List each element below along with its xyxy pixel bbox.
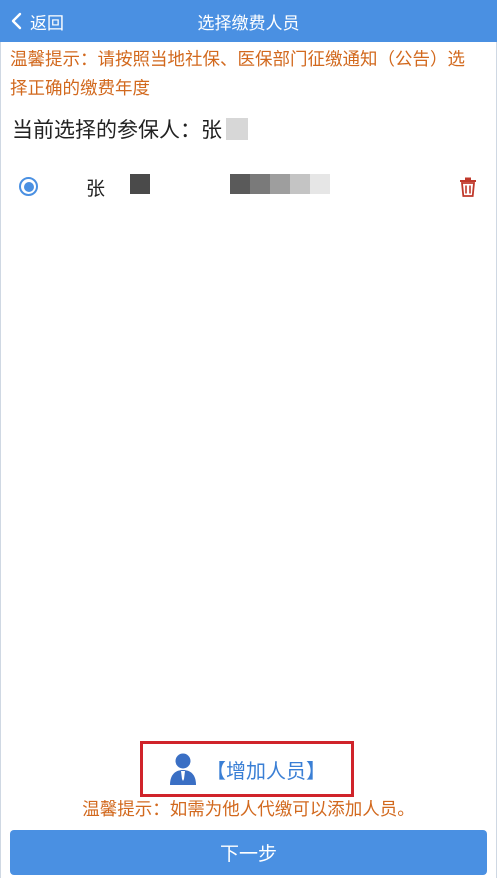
notice-text: 温馨提示：请按照当地社保、医保部门征缴通知（公告）选择正确的缴费年度	[10, 50, 465, 99]
next-step-button[interactable]: 下一步	[10, 830, 487, 875]
redacted-name-block	[226, 118, 248, 140]
person-icon	[170, 753, 196, 785]
current-selection: 当前选择的参保人：张	[12, 114, 248, 144]
add-person-label: 【增加人员】	[206, 758, 326, 783]
page-title: 选择缴费人员	[197, 13, 300, 34]
person-row[interactable]: 张	[0, 164, 497, 208]
hint-text: 温馨提示：如需为他人代缴可以添加人员。	[82, 800, 415, 820]
person-name: 张	[86, 178, 106, 200]
radio-selected[interactable]	[19, 177, 38, 196]
header-bar: 返回 选择缴费人员	[0, 0, 497, 42]
add-person-button[interactable]: 【增加人员】	[140, 741, 354, 797]
redacted-name-block	[130, 174, 150, 194]
trash-icon[interactable]	[457, 176, 479, 198]
current-selection-label: 当前选择的参保人：张	[12, 118, 222, 142]
redacted-id-block	[230, 174, 330, 194]
